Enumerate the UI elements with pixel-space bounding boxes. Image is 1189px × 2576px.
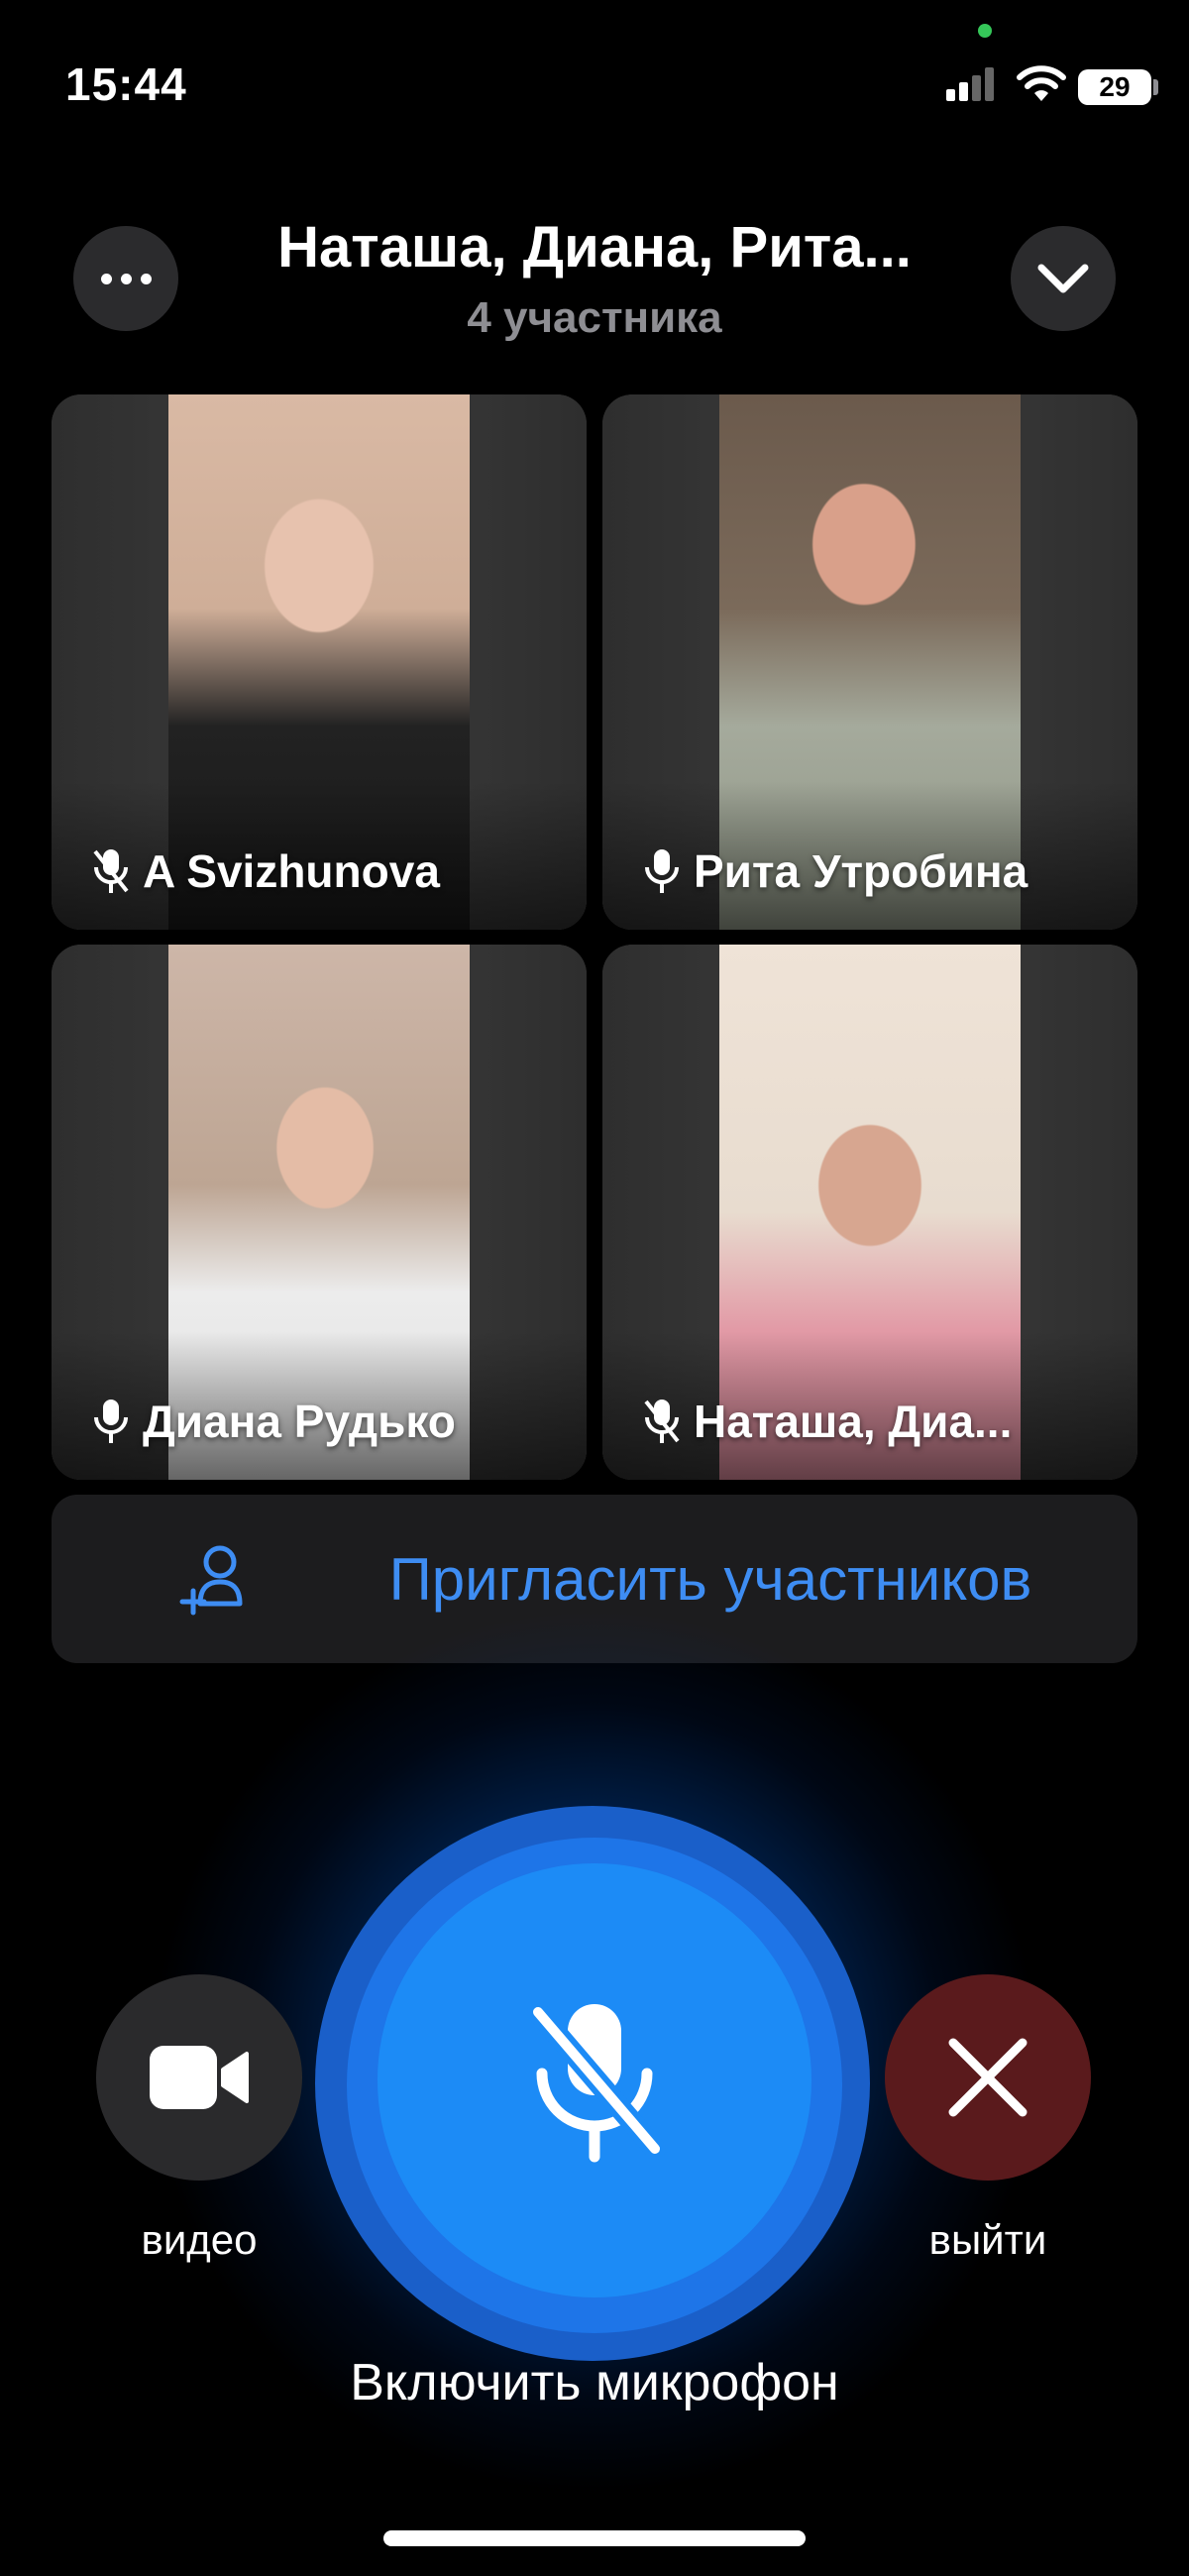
participant-label: Диана Рудько [91, 1395, 456, 1448]
privacy-indicator [978, 24, 992, 38]
mic-icon [94, 1400, 128, 1443]
battery-icon: 29 [1078, 69, 1151, 105]
microphone-label: Включить микрофон [350, 2354, 839, 2411]
status-time: 15:44 [65, 58, 187, 110]
participants-count: 4 участника [467, 293, 722, 342]
participant-label: Рита Утробина [642, 844, 1027, 898]
leave-call-button[interactable] [885, 1974, 1091, 2181]
add-person-icon [179, 1545, 243, 1616]
close-icon [948, 2038, 1027, 2117]
video-button[interactable] [96, 1974, 302, 2181]
video-label: видео [141, 2216, 258, 2263]
battery-tip [1153, 79, 1158, 95]
participant-name: A Svizhunova [143, 845, 440, 897]
participant-tile[interactable]: Диана Рудько [52, 945, 587, 1480]
home-indicator[interactable] [383, 2530, 806, 2546]
participant-tile[interactable]: Рита Утробина [602, 394, 1137, 930]
wifi-icon [1017, 65, 1066, 101]
participant-name: Диана Рудько [143, 1396, 456, 1447]
participant-name: Наташа, Диа... [694, 1396, 1013, 1447]
participant-label: A Svizhunova [91, 844, 440, 898]
ellipsis-icon [100, 273, 152, 284]
mic-muted-icon [644, 1400, 680, 1443]
microphone-toggle-button[interactable] [378, 1863, 811, 2297]
mic-off-icon [527, 2001, 666, 2163]
signal-icon [946, 67, 994, 101]
participant-name: Рита Утробина [694, 845, 1028, 897]
participant-tile[interactable]: Наташа, Диа... [602, 945, 1137, 1480]
video-camera-icon [150, 2046, 249, 2109]
participant-tile[interactable]: A Svizhunova [52, 394, 587, 930]
more-options-button[interactable] [73, 226, 178, 331]
chevron-down-icon [1037, 264, 1089, 293]
mic-icon [645, 849, 679, 893]
battery-level: 29 [1099, 71, 1131, 102]
participant-label: Наташа, Диа... [642, 1395, 1012, 1448]
leave-label: выйти [928, 2216, 1047, 2263]
collapse-button[interactable] [1011, 226, 1116, 331]
mic-muted-icon [93, 849, 129, 893]
call-title: Наташа, Диана, Рита... [277, 215, 912, 280]
